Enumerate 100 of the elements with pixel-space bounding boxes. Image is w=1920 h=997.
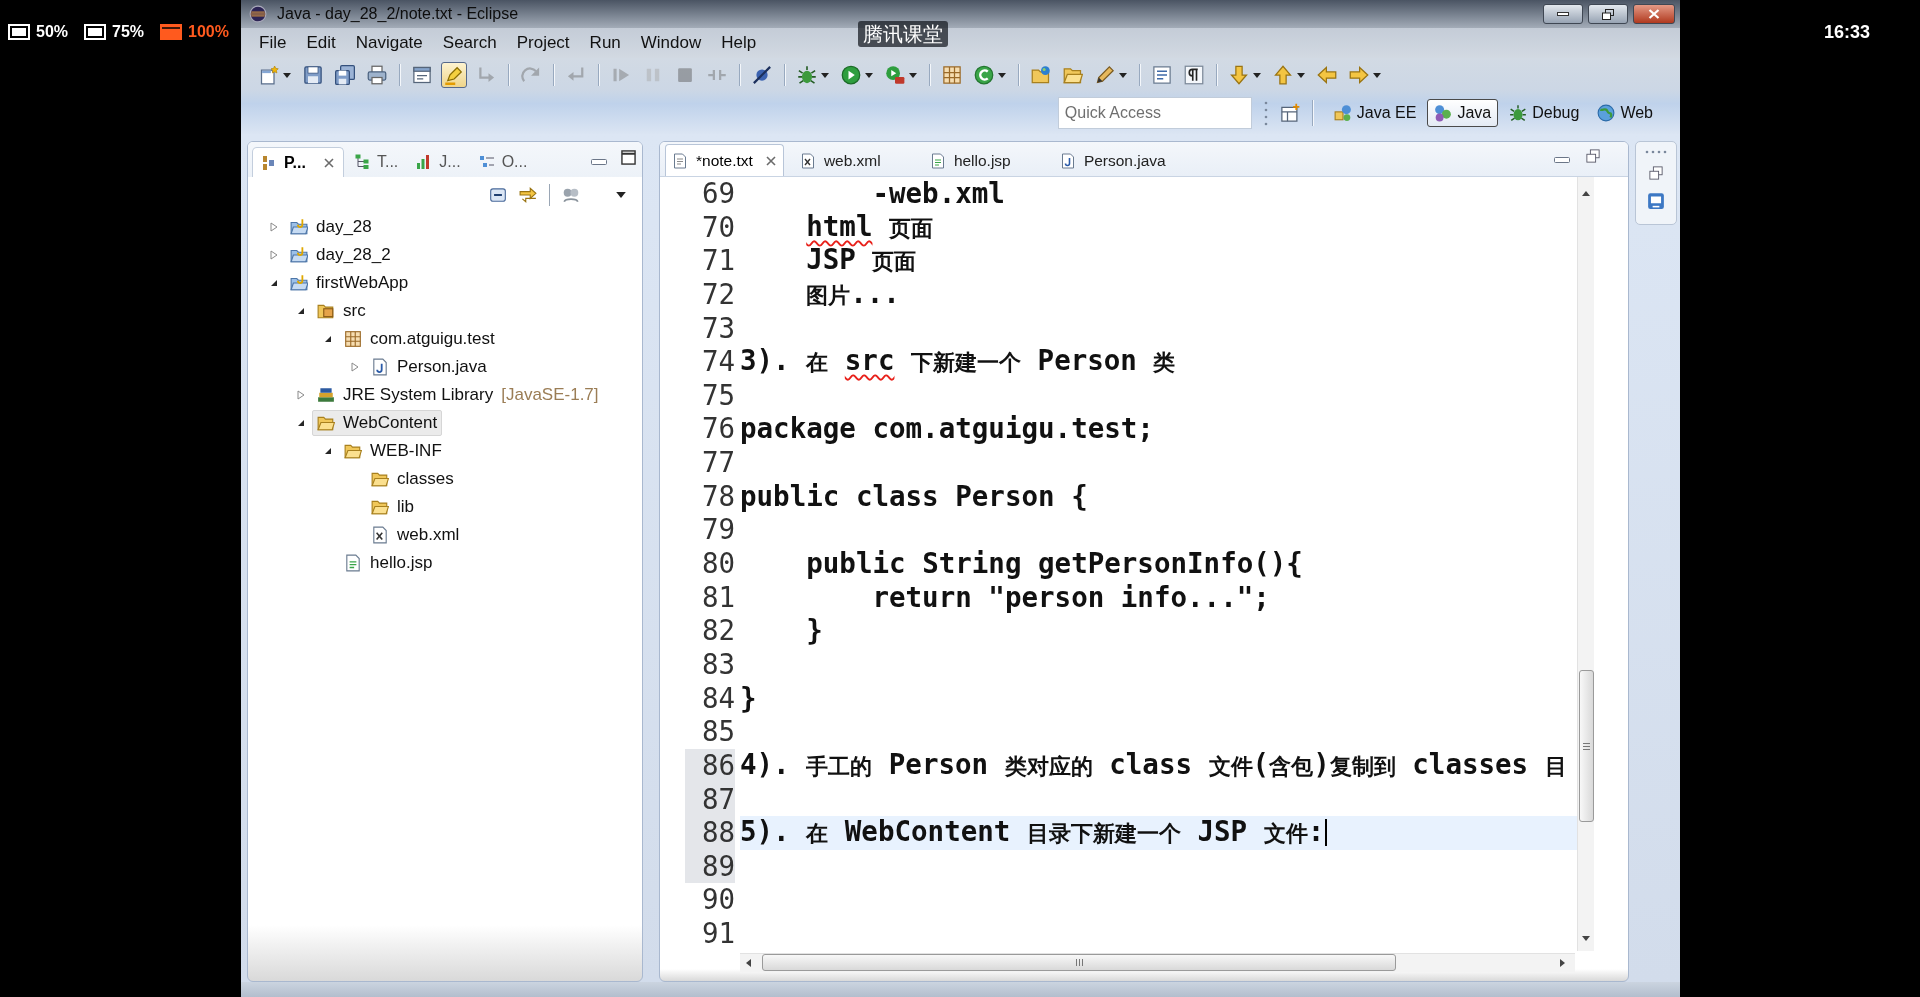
right-arrow-icon[interactable] [1560,958,1565,967]
caret-icon[interactable] [909,72,917,78]
triangle-right-icon[interactable] [351,362,359,372]
minimize-icon[interactable] [1554,157,1570,163]
triangle-right-icon[interactable] [270,222,278,232]
view-tab[interactable]: T... [345,147,407,177]
perspective-button[interactable]: Java [1427,99,1499,127]
tree-item[interactable]: firstWebApp [285,270,414,296]
folder-ball-icon[interactable] [1031,65,1051,85]
caret-icon[interactable] [998,72,1006,78]
triangle-right-icon[interactable] [270,250,278,260]
up-arrow-icon[interactable] [1582,191,1590,196]
minus-box-icon[interactable] [489,186,507,204]
triangle-down-icon[interactable] [297,307,305,315]
caret-icon[interactable] [1119,72,1127,78]
triangle-down-icon[interactable] [324,447,332,455]
menu-item[interactable]: Navigate [345,32,433,54]
close-icon[interactable] [322,156,335,169]
caret-icon[interactable] [1373,72,1381,78]
menu-item[interactable]: Help [711,32,767,54]
tree-item[interactable]: com.atguigu.test [339,326,500,352]
zoom-option[interactable]: 50% [8,22,69,42]
swap-arrows-icon[interactable] [519,186,537,204]
back-arrow-icon[interactable] [1317,65,1337,85]
editor-tab[interactable]: web.xml [791,146,922,176]
code-line: 图片... [806,276,900,311]
caret-icon[interactable] [1297,72,1305,78]
run-icon[interactable] [841,65,861,85]
close-button[interactable] [1633,4,1675,24]
tree-item[interactable]: day_28 [285,214,377,240]
scroll-thumb[interactable] [1578,670,1594,822]
minimize-button[interactable] [1543,4,1583,24]
tree-item[interactable]: JRE System Library [JavaSE-1.7] [312,382,604,408]
menu-item[interactable]: Edit [296,32,346,54]
view-tab[interactable]: O... [470,147,536,177]
view-tab[interactable]: P... [252,147,344,177]
triangle-down-icon[interactable] [324,335,332,343]
tree-item[interactable]: Person.java [366,354,492,380]
window-plus-icon[interactable] [1279,103,1300,123]
triangle-right-icon[interactable] [297,390,305,400]
window-icon[interactable] [412,65,432,85]
view-tab[interactable]: J... [408,147,469,177]
editor-tab[interactable]: hello.jsp [921,146,1052,176]
class-icon[interactable] [974,65,994,85]
left-arrow-icon[interactable] [746,958,751,967]
text-box-icon[interactable] [1152,65,1172,85]
slashed-dot-icon[interactable] [752,65,772,85]
folder-icon [344,442,362,460]
zoom-option[interactable]: 100% [160,22,229,42]
menu-item[interactable]: File [249,32,297,54]
tree-item[interactable]: src [312,298,371,324]
editor-tab[interactable]: *note.txt [665,144,784,176]
triangle-down-icon[interactable] [297,419,305,427]
restore-icon[interactable] [1586,149,1600,163]
tree-item[interactable]: web.xml [366,522,465,548]
vertical-scrollbar[interactable] [1577,177,1594,951]
package-icon[interactable] [942,65,962,85]
menu-item[interactable]: Project [506,32,580,54]
perspective-button[interactable]: Web [1590,99,1660,127]
menu-item[interactable]: Run [579,32,631,54]
caret-icon[interactable] [865,72,873,78]
people-icon[interactable] [562,186,580,204]
zoom-option[interactable]: 75% [84,22,145,42]
quick-access-field[interactable]: Quick Access [1057,97,1252,129]
new-document-icon[interactable] [259,65,279,85]
save-all-icon[interactable] [335,65,355,85]
caret-icon[interactable] [283,72,291,78]
tree-item[interactable]: lib [366,494,419,520]
perspective-button[interactable]: Debug [1502,99,1587,127]
bug-icon[interactable] [797,65,817,85]
save-icon[interactable] [303,65,323,85]
minimize-icon[interactable] [591,159,607,165]
triangle-down-icon[interactable] [270,279,278,287]
perspective-button[interactable]: Java EE [1326,99,1424,127]
down-arrow-icon[interactable] [1582,936,1590,941]
run-toolbox-icon[interactable] [885,65,905,85]
monitor-icon[interactable] [1647,192,1665,210]
close-icon[interactable] [764,154,777,167]
line-number: 84 [700,681,735,716]
code-line: -web.xml [872,177,1005,211]
horizontal-scrollbar[interactable] [740,952,1575,972]
tree-item[interactable]: WEB-INF [339,438,447,464]
restore-button[interactable] [1588,4,1628,24]
tree-item[interactable]: hello.jsp [339,550,438,576]
tree-item[interactable]: day_28_2 [285,242,396,268]
printer-icon[interactable] [367,65,387,85]
pencil-icon[interactable] [1095,65,1115,85]
menu-item[interactable]: Window [630,32,712,54]
folder-icon[interactable] [1063,65,1083,85]
caret-icon[interactable] [1253,72,1261,78]
restore-icon[interactable] [1649,166,1663,180]
caret-icon[interactable] [616,192,626,198]
caret-icon[interactable] [821,72,829,78]
pilcrow-icon[interactable] [1184,65,1204,85]
editor-tab[interactable]: Person.java [1051,146,1182,176]
tree-item[interactable]: classes [366,466,459,492]
scroll-thumb[interactable] [762,954,1396,971]
maximize-icon[interactable] [621,150,636,165]
tree-item[interactable]: WebContent [312,410,443,436]
menu-item[interactable]: Search [432,32,507,54]
